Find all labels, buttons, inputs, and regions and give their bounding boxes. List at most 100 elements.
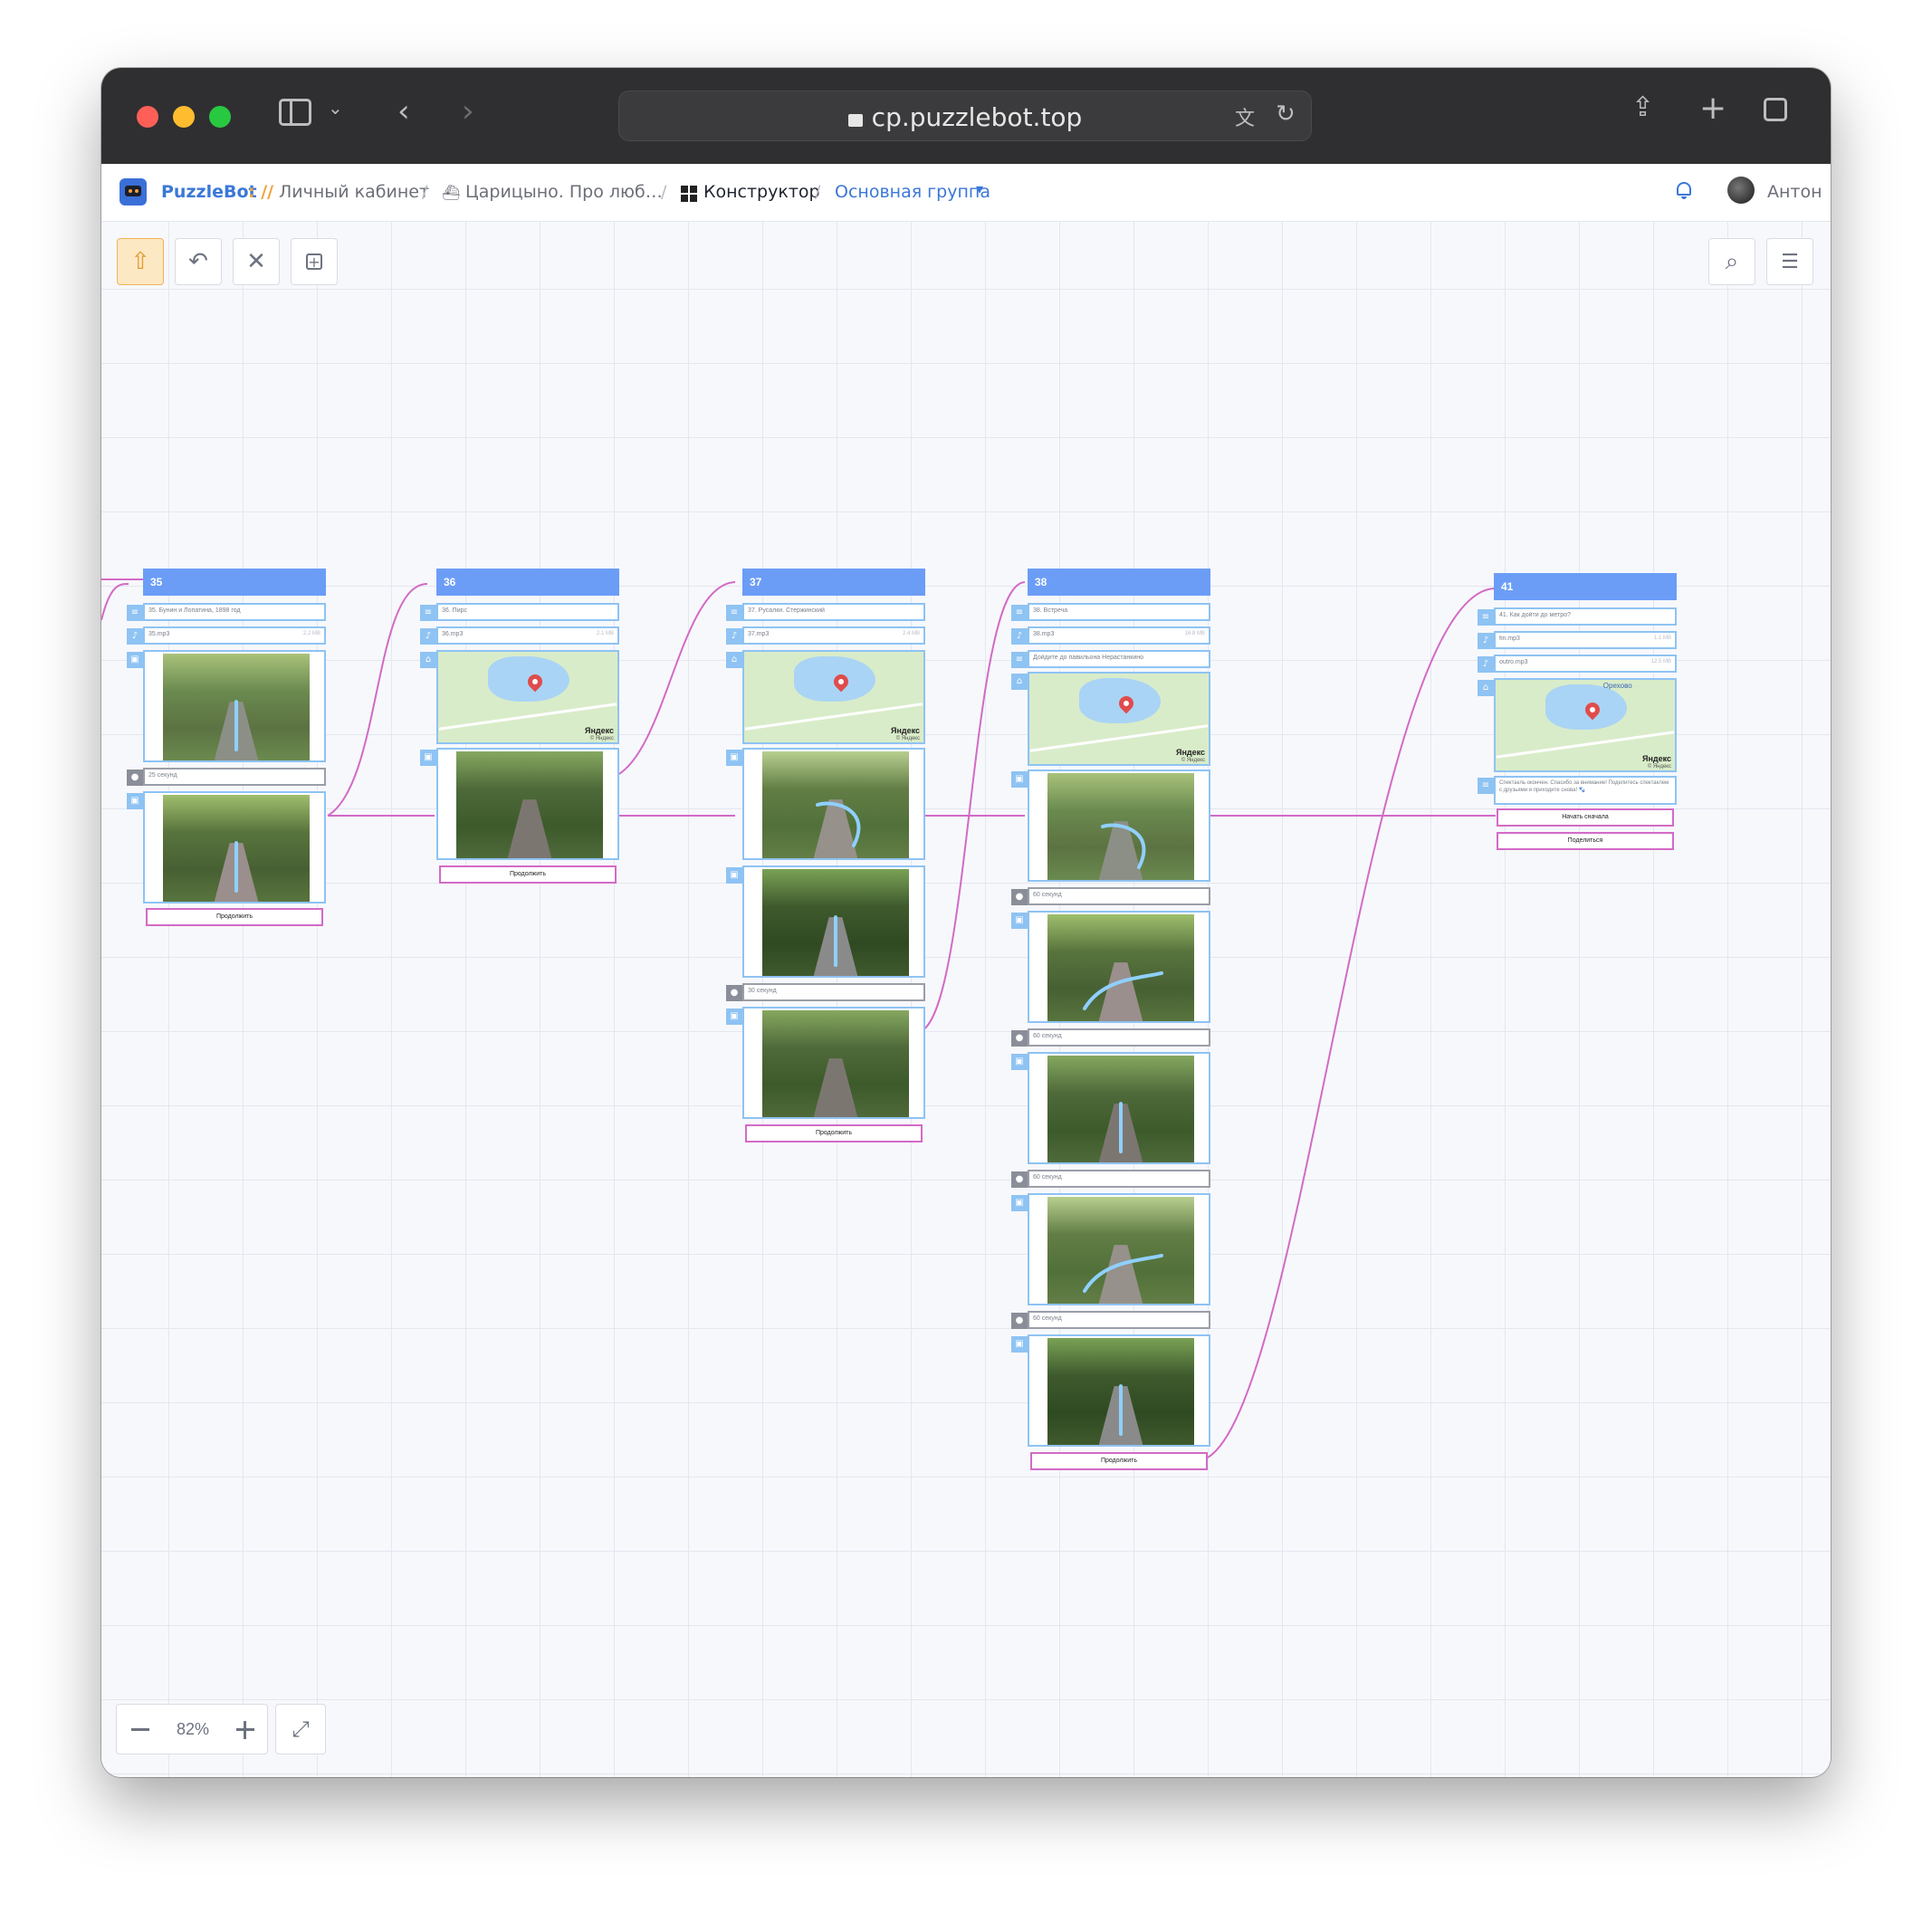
caret-down-icon[interactable]: ▾ xyxy=(976,180,983,197)
tabs-overview-icon[interactable] xyxy=(1764,98,1787,121)
forward-icon[interactable]: › xyxy=(462,93,474,129)
sidebar-toggle-icon[interactable] xyxy=(279,99,311,126)
constructor-canvas[interactable]: ⇧ ↶ ✕ + ⌕ ☰ 35 ≡ 35. Бунин и Лопатина, 1… xyxy=(101,222,1831,1777)
text-block[interactable]: ≡ 41. Как дойти до метро? xyxy=(1478,607,1677,626)
map-block[interactable]: ⌂ Яндекс © Яндекс xyxy=(726,650,925,744)
close-window-button[interactable] xyxy=(137,106,158,128)
node-title[interactable]: 36 xyxy=(436,569,619,596)
photo[interactable] xyxy=(163,654,310,760)
puzzlebot-logo[interactable] xyxy=(120,178,147,206)
image-block[interactable]: ▣ xyxy=(726,1007,925,1119)
photo[interactable] xyxy=(1047,1338,1194,1445)
yandex-copyright: © Яндекс xyxy=(1647,764,1671,770)
photo[interactable] xyxy=(1047,914,1194,1021)
avatar[interactable] xyxy=(1727,177,1755,204)
audio-block[interactable]: ♪ fin.mp3 1.1 MB xyxy=(1478,631,1677,649)
photo[interactable] xyxy=(1047,773,1194,880)
brand-name[interactable]: PuzzleBot xyxy=(161,182,257,202)
map-block[interactable]: ⌂ Яндекс © Яндекс xyxy=(420,650,619,744)
final-text-block[interactable]: ≡ Спектакль окончен. Спасибо за внимание!… xyxy=(1478,776,1677,805)
image-block[interactable]: ▣ xyxy=(726,748,925,860)
map[interactable]: Яндекс © Яндекс xyxy=(744,652,923,742)
image-block[interactable]: ▣ xyxy=(726,865,925,978)
continue-button[interactable]: Продолжить xyxy=(745,1124,923,1142)
image-block[interactable]: ▣ xyxy=(127,650,326,762)
address-bar[interactable]: cp.puzzlebot.top 文 ↻ xyxy=(618,91,1312,141)
node-title[interactable]: 38 xyxy=(1028,569,1210,596)
translate-icon[interactable]: 文 xyxy=(1235,102,1255,131)
yandex-logo: Яндекс xyxy=(1641,754,1671,763)
image-block[interactable]: ▣ xyxy=(1011,1334,1210,1447)
photo[interactable] xyxy=(762,869,909,976)
share-button[interactable]: Поделиться xyxy=(1497,832,1674,850)
breadcrumb-cabinet[interactable]: Личный кабинет xyxy=(279,182,429,202)
timer-block[interactable]: ● 30 секунд xyxy=(726,983,925,1001)
photo[interactable] xyxy=(1047,1056,1194,1162)
audio-block[interactable]: ♪ 35.mp3 2.2 MB xyxy=(127,626,326,645)
back-icon[interactable]: ‹ xyxy=(397,93,410,129)
share-icon[interactable]: ⇪ xyxy=(1631,91,1654,123)
image-block[interactable]: ▣ xyxy=(1011,911,1210,1023)
timer-icon: ● xyxy=(1011,1030,1028,1047)
minimize-window-button[interactable] xyxy=(173,106,195,128)
timer-icon: ● xyxy=(726,985,742,1001)
photo[interactable] xyxy=(762,1010,909,1117)
image-block[interactable]: ▣ xyxy=(1011,1193,1210,1305)
node-title[interactable]: 37 xyxy=(742,569,925,596)
grid-icon xyxy=(681,186,697,202)
continue-button[interactable]: Продолжить xyxy=(1030,1452,1208,1470)
minus-icon xyxy=(131,1728,149,1731)
breadcrumb-bot[interactable]: Царицыно. Про люб… xyxy=(465,182,663,202)
text-block[interactable]: ≡ 37. Русалки. Стержинский xyxy=(726,603,925,621)
photo[interactable] xyxy=(163,795,310,902)
image-icon: ▣ xyxy=(1011,1336,1028,1353)
audio-block[interactable]: ♪ outro.mp3 12.5 MB xyxy=(1478,655,1677,673)
image-block[interactable]: ▣ xyxy=(420,748,619,860)
zoom-window-button[interactable] xyxy=(209,106,231,128)
block-label: 37.mp3 xyxy=(748,631,770,637)
image-block[interactable]: ▣ xyxy=(1011,1052,1210,1164)
image-block[interactable]: ▣ xyxy=(1011,770,1210,882)
audio-block[interactable]: ♪ 36.mp3 2.1 MB xyxy=(420,626,619,645)
image-block[interactable]: ▣ xyxy=(127,791,326,903)
photo[interactable] xyxy=(1047,1197,1194,1304)
map-block[interactable]: ⌂ Яндекс © Яндекс xyxy=(1011,672,1210,766)
timer-block[interactable]: ● 60 секунд xyxy=(1011,1170,1210,1188)
map[interactable]: Яндекс © Яндекс xyxy=(438,652,617,742)
text-block[interactable]: ≡ 38. Встреча xyxy=(1011,603,1210,621)
text-block[interactable]: ≡ Дойдите до павильона Нерастанкино xyxy=(1011,650,1210,668)
reload-icon[interactable]: ↻ xyxy=(1276,100,1296,128)
new-tab-icon[interactable]: + xyxy=(1699,90,1726,127)
lock-icon xyxy=(847,114,863,127)
node-title[interactable]: 35 xyxy=(143,569,326,596)
timer-block[interactable]: ● 60 секунд xyxy=(1011,1028,1210,1047)
zoom-in-button[interactable] xyxy=(233,1717,258,1743)
text-block[interactable]: ≡ 36. Пирс xyxy=(420,603,619,621)
audio-block[interactable]: ♪ 37.mp3 2.4 MB xyxy=(726,626,925,645)
path-shape xyxy=(507,799,552,858)
timer-block[interactable]: ● 60 секунд xyxy=(1011,1311,1210,1329)
continue-button[interactable]: Продолжить xyxy=(146,908,323,926)
group-selector[interactable]: Основная группа xyxy=(835,182,990,202)
text-block[interactable]: ≡ 35. Бунин и Лопатина, 1898 год xyxy=(127,603,326,621)
map[interactable]: Яндекс © Яндекс Орехово xyxy=(1496,680,1675,770)
block-label: 38.mp3 xyxy=(1033,631,1055,637)
map-icon: ⌂ xyxy=(1478,680,1494,696)
audio-block[interactable]: ♪ 38.mp3 16.8 MB xyxy=(1011,626,1210,645)
continue-button[interactable]: Продолжить xyxy=(439,865,617,884)
chevron-down-icon[interactable]: ⌄ xyxy=(328,97,343,119)
bell-icon[interactable] xyxy=(1675,180,1693,200)
restart-button[interactable]: Начать сначала xyxy=(1497,808,1674,827)
fit-screen-button[interactable]: ⤢ xyxy=(275,1704,326,1754)
map[interactable]: Яндекс © Яндекс xyxy=(1029,674,1209,764)
timer-block[interactable]: ● 60 секунд xyxy=(1011,887,1210,905)
breadcrumb-constructor[interactable]: Конструктор xyxy=(703,182,820,202)
user-name[interactable]: Антон xyxy=(1767,182,1822,202)
zoom-out-button[interactable] xyxy=(128,1717,153,1743)
photo[interactable] xyxy=(456,751,603,858)
timer-block[interactable]: ● 25 секунд xyxy=(127,768,326,786)
timer-icon: ● xyxy=(1011,1313,1028,1329)
node-title[interactable]: 41 xyxy=(1494,573,1677,600)
photo[interactable] xyxy=(762,751,909,858)
map-block[interactable]: ⌂ Яндекс © Яндекс Орехово xyxy=(1478,678,1677,772)
